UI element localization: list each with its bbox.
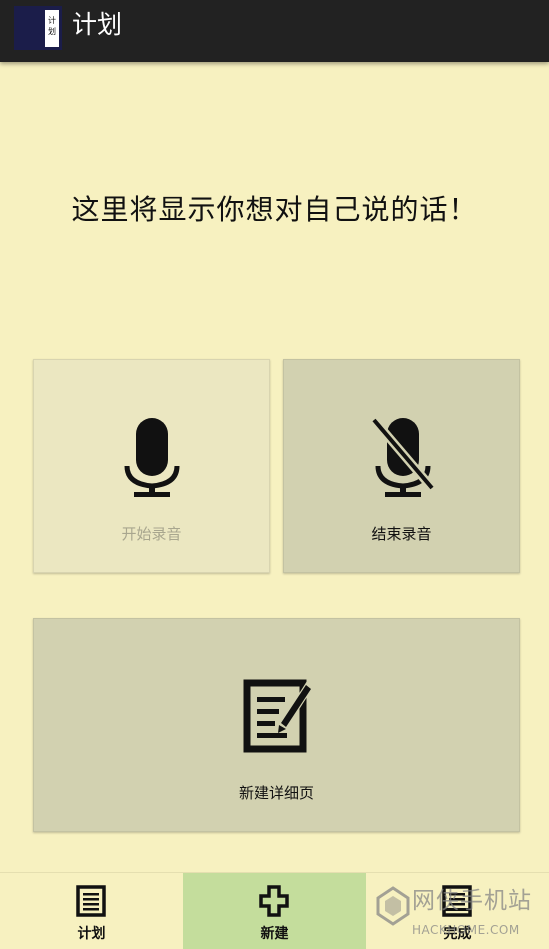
tab-plan-label: 计划 <box>77 926 106 942</box>
tab-new-label: 新建 <box>260 926 289 942</box>
done-list-icon <box>442 885 472 917</box>
new-detail-label: 新建详细页 <box>238 784 314 802</box>
start-record-button[interactable]: 开始录音 <box>33 359 270 573</box>
stop-record-button[interactable]: 结束录音 <box>283 359 520 573</box>
tab-done[interactable]: 完成 <box>366 873 549 949</box>
app-bar: 计划 计划 <box>0 0 549 62</box>
stop-record-label: 结束录音 <box>371 525 432 543</box>
plus-icon <box>259 885 289 917</box>
app-logo-text: 计划 <box>45 10 59 47</box>
edit-note-icon <box>243 679 314 753</box>
microphone-off-icon <box>370 417 436 497</box>
tab-plan[interactable]: 计划 <box>0 873 183 949</box>
new-detail-button[interactable]: 新建详细页 <box>33 618 520 832</box>
microphone-icon <box>124 418 180 497</box>
tab-done-label: 完成 <box>443 926 472 942</box>
list-icon <box>76 885 106 917</box>
tab-new[interactable]: 新建 <box>183 873 366 949</box>
bottom-nav: 计划 新建 完成 <box>0 872 549 949</box>
start-record-label: 开始录音 <box>121 525 182 543</box>
app-title: 计划 <box>72 10 123 39</box>
app-logo-icon[interactable]: 计划 <box>14 6 62 50</box>
motto-text: 这里将显示你想对自己说的话！ <box>71 193 478 226</box>
